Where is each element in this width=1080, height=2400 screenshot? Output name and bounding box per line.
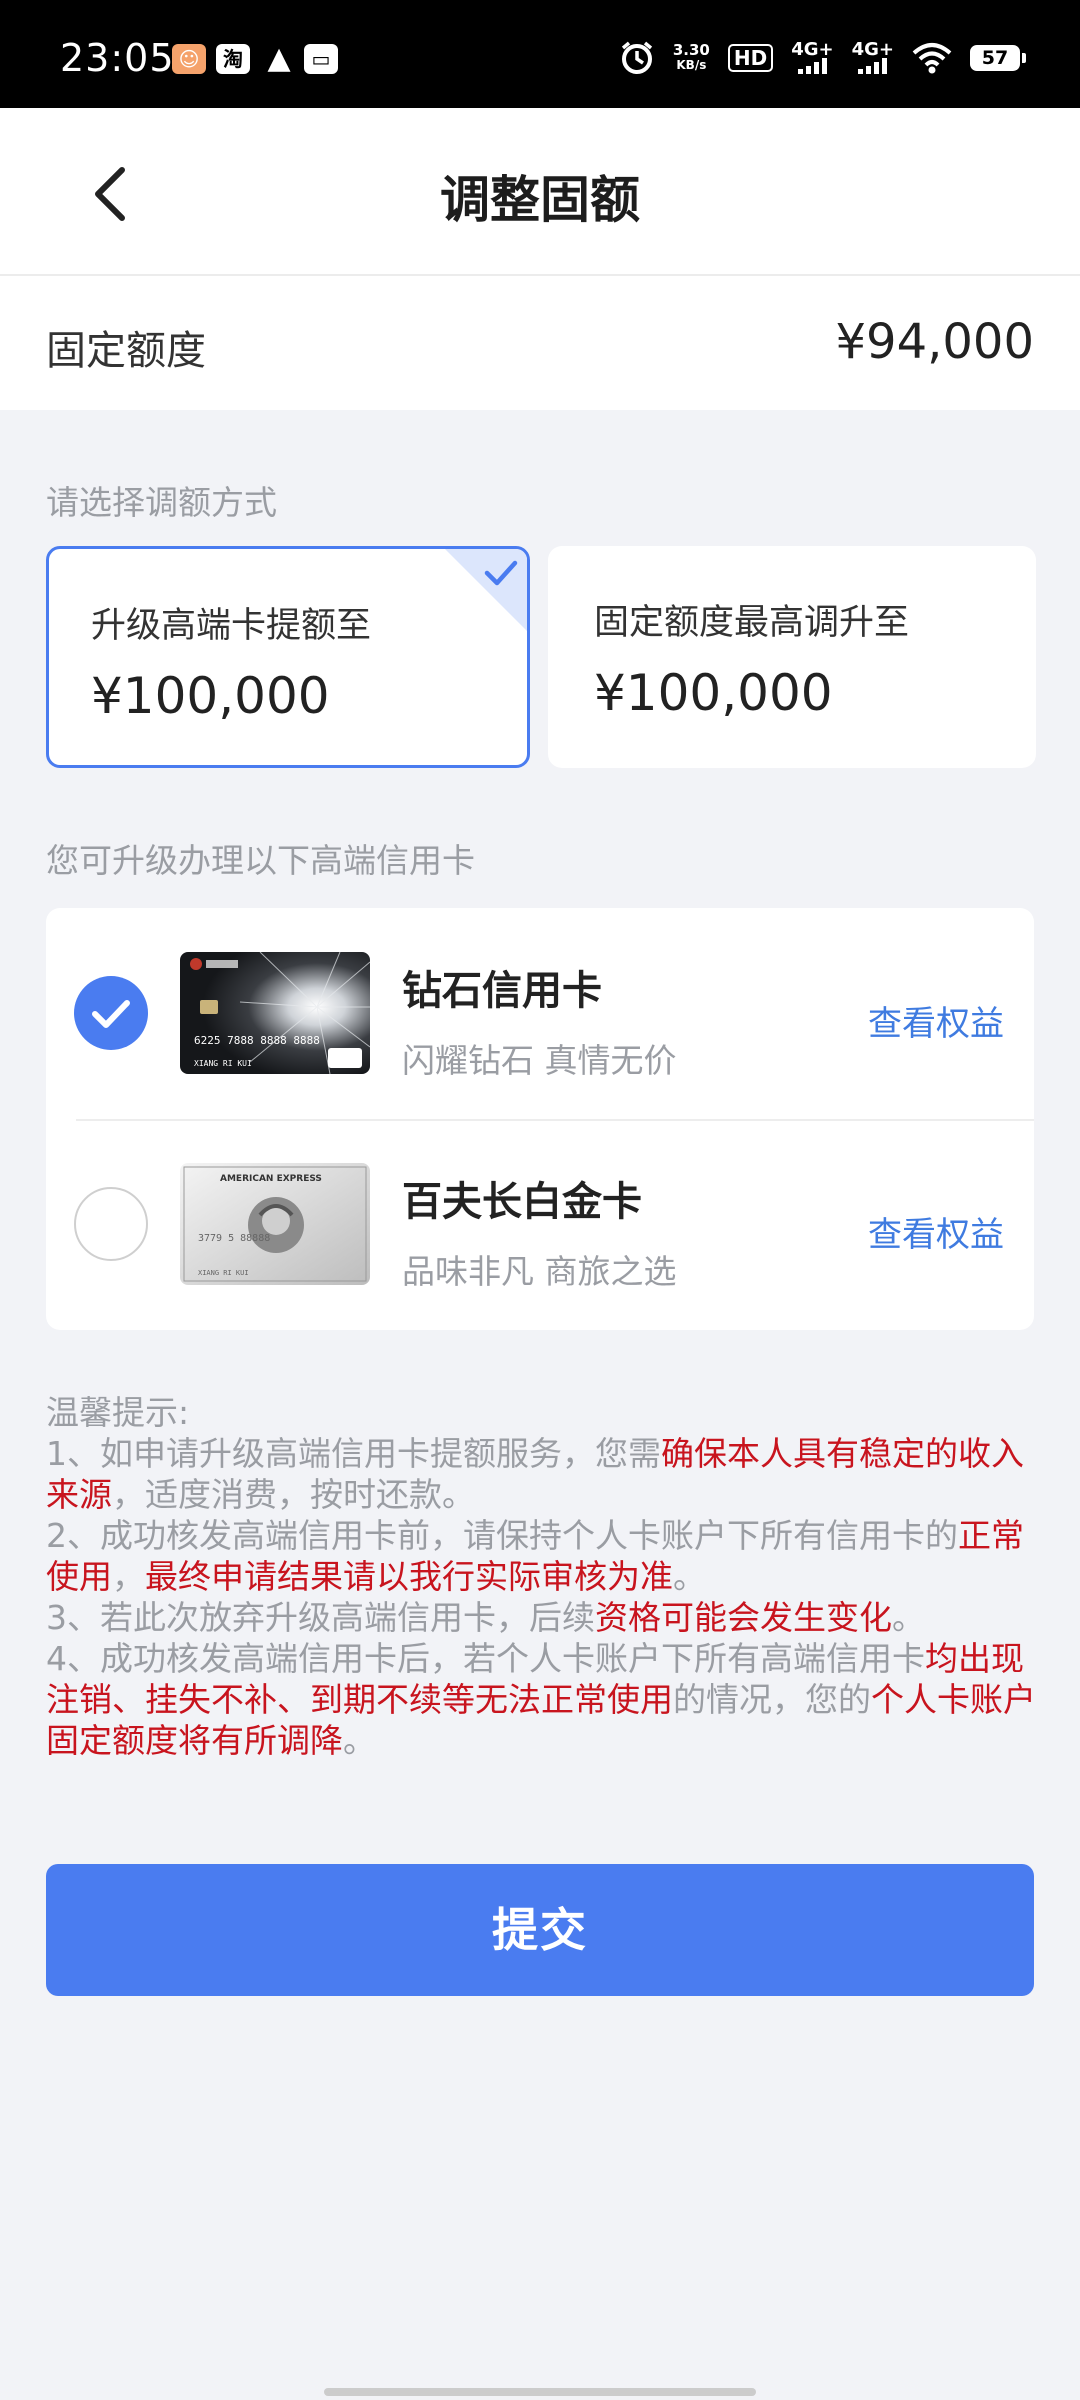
option-upgrade-card[interactable]: 升级高端卡提额至 ¥100,000: [46, 546, 530, 768]
card-holder-art: XIANG RI KUI: [194, 1059, 252, 1068]
tip-text: 1、如申请升级高端信用卡提额服务，您需: [46, 1434, 661, 1473]
tip-text: ，适度消费，按时还款。: [112, 1475, 475, 1514]
status-time: 23:05: [60, 36, 175, 80]
option-fixed-limit[interactable]: 固定额度最高调升至 ¥100,000: [548, 546, 1036, 768]
net-type-2: 4G+: [851, 39, 894, 60]
radio-unchecked-icon[interactable]: [74, 1187, 148, 1261]
checkmark-icon: [484, 560, 518, 586]
status-right-cluster: 3.30 KB/s HD 4G+ 4G+ 57: [619, 36, 1026, 80]
card-number-art: 6225 7888 8888 8888: [194, 1034, 320, 1047]
tip-text: 3、若此次放弃升级高端信用卡，后续: [46, 1598, 595, 1637]
tip-2: 2、成功核发高端信用卡前，请保持个人卡账户下所有信用卡的正常使用，最终申请结果请…: [46, 1515, 1042, 1597]
tip-text: 的情况，您的: [673, 1680, 871, 1719]
page-title: 调整固额: [440, 171, 640, 229]
speed-unit: KB/s: [676, 58, 707, 72]
fixed-limit-label: 固定额度: [46, 328, 206, 374]
network-speed: 3.30 KB/s: [673, 43, 710, 73]
fixed-limit-row: 固定额度 ¥94,000: [0, 276, 1080, 410]
battery-indicator: 57: [970, 45, 1026, 71]
tip-text: 。: [673, 1557, 706, 1596]
alarm-icon: [621, 41, 652, 74]
fixed-limit-value: ¥94,000: [835, 314, 1035, 370]
tip-highlight: 资格可能会发生变化: [595, 1598, 892, 1637]
tip-text: 2、成功核发高端信用卡前，请保持个人卡账户下所有信用卡的: [46, 1516, 958, 1555]
adjust-method-label: 请选择调额方式: [46, 483, 277, 522]
tips-title: 温馨提示:: [46, 1393, 190, 1432]
card-holder-art: XIANG RI KUI: [198, 1269, 249, 1277]
warm-tips: 温馨提示: 1、如申请升级高端信用卡提额服务，您需确保本人具有稳定的收入来源，适…: [46, 1392, 1042, 1761]
hd-badge: HD: [727, 44, 774, 72]
qq-icon: ▲: [267, 41, 291, 76]
tip-highlight: 最终申请结果请以我行实际审核为准: [145, 1557, 673, 1596]
card-subtitle: 闪耀钻石 真情无价: [402, 1041, 677, 1080]
list-item[interactable]: 6225 7888 8888 8888 XIANG RI KUI 钻石信用卡 闪…: [46, 908, 1034, 1119]
card-number-art: 3779 5 88888: [198, 1233, 270, 1244]
submit-button[interactable]: 提交: [46, 1864, 1034, 1996]
tip-text: 。: [343, 1721, 376, 1760]
taobao-like-icon: ☺: [172, 44, 206, 74]
list-item[interactable]: AMERICAN EXPRESS 3779 5 88888 XIANG RI K…: [46, 1119, 1034, 1330]
signal-1: 4G+: [791, 39, 834, 74]
signal-2: 4G+: [851, 39, 894, 74]
net-type-1: 4G+: [791, 39, 834, 60]
view-benefits-link[interactable]: 查看权益: [868, 996, 1004, 1045]
option-label: 固定额度最高调升至: [594, 603, 910, 643]
tip-text: 4、成功核发高端信用卡后，若个人卡账户下所有高端信用卡: [46, 1639, 925, 1678]
tip-4: 4、成功核发高端信用卡后，若个人卡账户下所有高端信用卡均出现注销、挂失不补、到期…: [46, 1638, 1042, 1761]
wifi-icon: [912, 43, 952, 74]
card-name: 百夫长白金卡: [402, 1179, 642, 1225]
check-icon: [92, 1000, 130, 1028]
card-brand-art: AMERICAN EXPRESS: [220, 1174, 322, 1184]
diamond-card-image: 6225 7888 8888 8888 XIANG RI KUI: [180, 952, 370, 1074]
radio-checked-icon[interactable]: [74, 976, 148, 1050]
option-value: ¥100,000: [91, 667, 330, 725]
wallet-icon: ▭: [304, 44, 338, 74]
nav-bar: 调整固额: [0, 108, 1080, 276]
card-subtitle: 品味非凡 商旅之选: [402, 1252, 677, 1291]
card-name: 钻石信用卡: [402, 968, 602, 1014]
status-bar: 23:05 ☺ 淘 ▲ ▭ 3.30 KB/s HD 4G+ 4G+ 57: [0, 0, 1080, 108]
centurion-card-image: AMERICAN EXPRESS 3779 5 88888 XIANG RI K…: [180, 1163, 370, 1285]
tip-text: ，: [112, 1557, 145, 1596]
option-value: ¥100,000: [594, 664, 833, 722]
cards-section-label: 您可升级办理以下高端信用卡: [46, 841, 475, 880]
option-label: 升级高端卡提额至: [91, 606, 372, 646]
card-list: 6225 7888 8888 8888 XIANG RI KUI 钻石信用卡 闪…: [46, 908, 1034, 1330]
taobao-icon: 淘: [216, 44, 250, 74]
view-benefits-link[interactable]: 查看权益: [868, 1207, 1004, 1256]
tip-3: 3、若此次放弃升级高端信用卡，后续资格可能会发生变化。: [46, 1597, 1042, 1638]
home-indicator[interactable]: [324, 2388, 756, 2396]
tip-1: 1、如申请升级高端信用卡提额服务，您需确保本人具有稳定的收入来源，适度消费，按时…: [46, 1433, 1042, 1515]
tip-text: 。: [892, 1598, 925, 1637]
speed-value: 3.30: [672, 41, 710, 59]
